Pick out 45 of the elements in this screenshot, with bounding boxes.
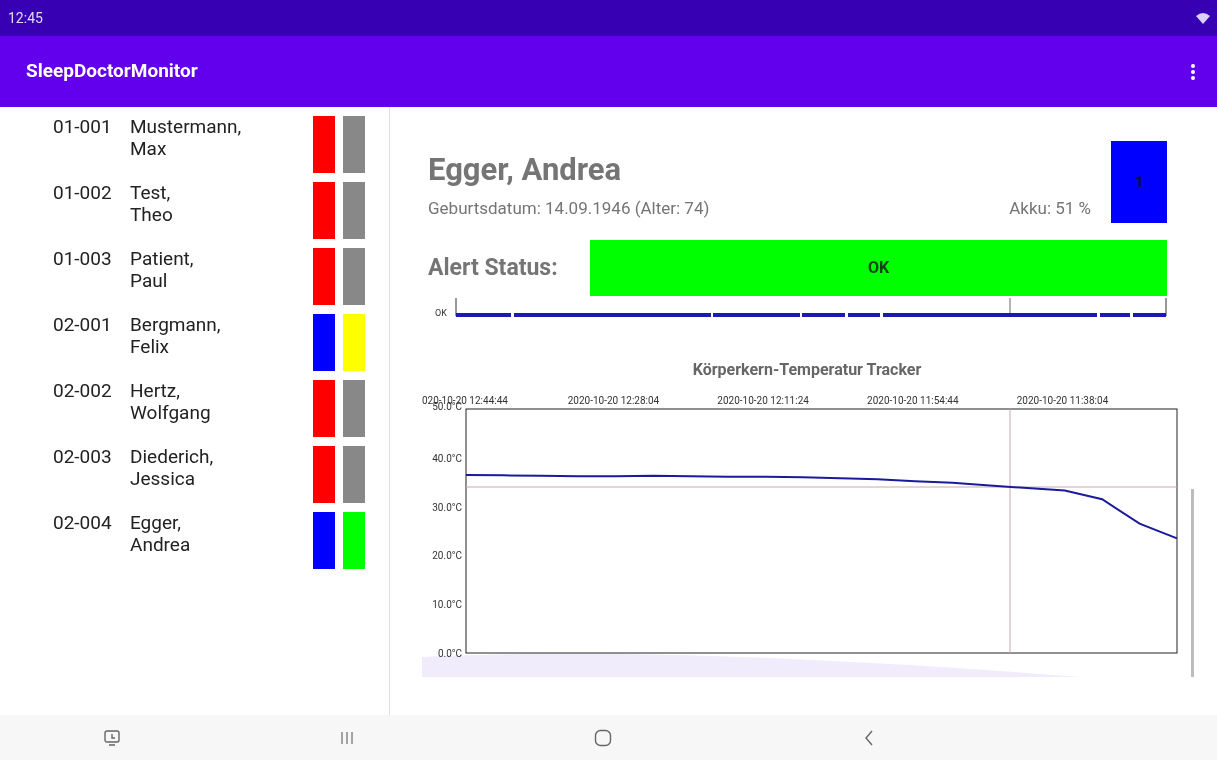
axis-label: 2020-10-20 12:11:24 [716, 395, 809, 406]
patient-id[interactable]: 01-003 [53, 248, 130, 270]
patient-name[interactable]: Andrea [130, 534, 300, 556]
patient-name[interactable]: Jessica [130, 468, 300, 490]
patient-name[interactable]: Mustermann, [130, 116, 300, 138]
patient-id[interactable]: 02-004 [53, 512, 130, 534]
patient-id[interactable]: 01-002 [53, 182, 130, 204]
wifi-icon [1195, 12, 1211, 24]
back-icon[interactable] [864, 729, 874, 746]
patient-name[interactable]: Max [130, 138, 300, 160]
axis-label: 2020-10-20 11:38:04 [1016, 395, 1108, 406]
patient-name[interactable]: Felix [130, 336, 300, 358]
patient-name[interactable]: Patient, [130, 248, 300, 270]
patient-id[interactable]: 02-001 [53, 314, 130, 336]
axis-label: 2020-10-20 11:54:44 [866, 395, 959, 406]
axis-label: 30.0°C [431, 501, 462, 513]
patient-id[interactable]: 02-003 [53, 446, 130, 468]
patient-name[interactable]: Paul [130, 270, 300, 292]
scrollbar[interactable] [1190, 489, 1194, 677]
screenshot-icon[interactable] [104, 729, 120, 746]
more-menu-icon[interactable] [1191, 63, 1195, 80]
battery-level: Akku: 51 % [1009, 197, 1091, 220]
alert-status-label: Alert Status: [428, 252, 559, 283]
patient-name[interactable]: Test, [130, 182, 300, 204]
patient-heading: Egger, Andrea [428, 152, 623, 188]
axis-label: 10.0°C [431, 599, 462, 611]
axis-label: 0.0°C [437, 648, 462, 659]
chart-title: Körperkern-Temperatur Tracker [692, 359, 922, 381]
patient-name[interactable]: Bergmann, [130, 314, 300, 336]
axis-label: 2020-10-20 12:28:04 [567, 395, 659, 406]
timeline-label: OK [435, 308, 448, 318]
patient-name[interactable]: Diederich, [130, 446, 300, 468]
app-title: SleepDoctorMonitor [26, 58, 198, 85]
patient-name[interactable]: Wolfgang [130, 402, 300, 424]
home-icon[interactable] [594, 728, 612, 747]
patient-name[interactable]: Theo [130, 204, 300, 226]
birth-date: Geburtsdatum: 14.09.1946 (Alter: 74) [428, 197, 710, 220]
axis-label: 40.0°C [431, 452, 462, 464]
patient-name[interactable]: Hertz, [130, 380, 300, 402]
patient-name[interactable]: Egger, [130, 512, 300, 534]
alert-status-value: OK [867, 257, 890, 279]
axis-label: 20.0°C [431, 550, 462, 562]
clock: 12:45 [8, 8, 43, 28]
patient-id[interactable]: 02-002 [53, 380, 130, 402]
patient-id[interactable]: 01-001 [53, 116, 130, 138]
